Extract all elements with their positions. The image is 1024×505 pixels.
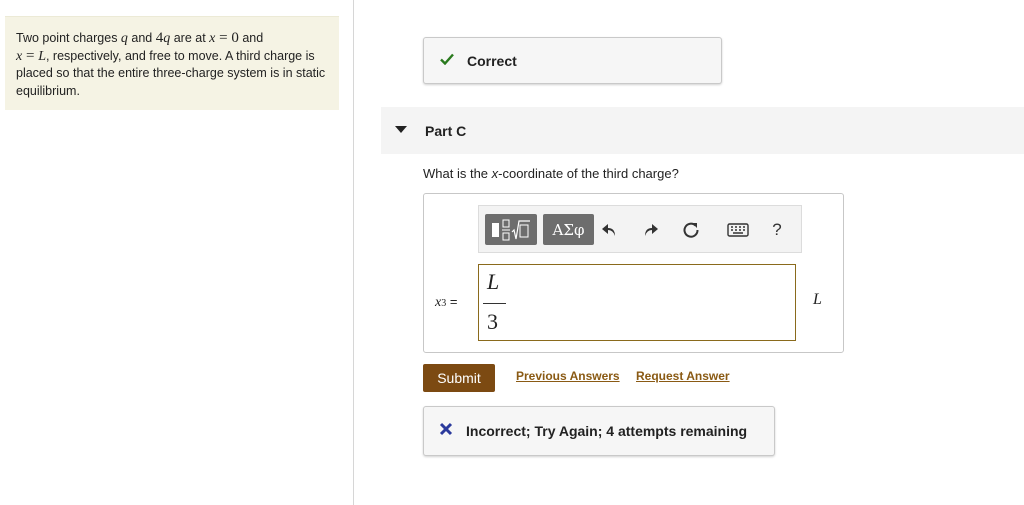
length-symbol: L bbox=[38, 48, 46, 64]
answer-input[interactable]: L 3 bbox=[478, 264, 796, 341]
question-text: What is the x-coordinate of the third ch… bbox=[423, 166, 679, 181]
greek-symbols-button[interactable]: ΑΣφ bbox=[543, 214, 594, 245]
question-part: What is the bbox=[423, 166, 492, 181]
part-header[interactable]: Part C bbox=[381, 107, 1024, 154]
problem-text: and bbox=[127, 31, 156, 45]
fraction-sqrt-icon bbox=[492, 219, 530, 240]
greek-label: ΑΣφ bbox=[552, 220, 585, 239]
part-title: Part C bbox=[425, 123, 467, 139]
incorrect-text: Incorrect; Try Again; 4 attempts remaini… bbox=[466, 423, 748, 439]
reset-icon[interactable] bbox=[679, 218, 703, 242]
fraction-denominator: 3 bbox=[487, 309, 498, 334]
equals-symbol: = bbox=[446, 294, 458, 309]
collapse-caret-icon[interactable] bbox=[395, 126, 407, 133]
incorrect-feedback: Incorrect; Try Again; 4 attempts remaini… bbox=[423, 406, 775, 456]
answer-variable-label: x3 = bbox=[435, 294, 457, 311]
submit-button[interactable]: Submit bbox=[423, 364, 495, 392]
x-icon bbox=[439, 422, 453, 440]
help-button[interactable]: ? bbox=[765, 218, 789, 242]
column-divider bbox=[353, 0, 354, 505]
problem-text: Two point charges bbox=[16, 31, 121, 45]
correct-text: Correct bbox=[467, 52, 517, 69]
equals-symbol: = bbox=[22, 47, 39, 64]
math-toolbar: ΑΣφ ? bbox=[478, 205, 802, 253]
charge-q-symbol: q bbox=[120, 31, 128, 46]
problem-text: are at bbox=[170, 31, 210, 45]
equals-symbol: = bbox=[215, 30, 232, 46]
keyboard-icon[interactable] bbox=[726, 218, 750, 242]
zero-value: 0 bbox=[231, 30, 239, 46]
problem-text: and bbox=[238, 31, 264, 45]
previous-answers-link[interactable]: Previous Answers bbox=[516, 369, 620, 383]
fraction-bar bbox=[483, 303, 506, 304]
submit-label: Submit bbox=[437, 370, 481, 386]
check-icon bbox=[440, 52, 454, 69]
problem-statement: Two point charges q and 4q are at x = 0 … bbox=[5, 16, 339, 110]
question-part: -coordinate of the third charge? bbox=[498, 166, 679, 181]
undo-icon[interactable] bbox=[598, 218, 622, 242]
answer-box: ΑΣφ ? x3 = L 3 L bbox=[423, 193, 844, 353]
request-answer-link[interactable]: Request Answer bbox=[636, 369, 730, 383]
problem-text: , respectively, and free to move. A thir… bbox=[16, 48, 326, 98]
help-label: ? bbox=[772, 220, 782, 239]
templates-button[interactable] bbox=[485, 214, 537, 245]
redo-icon[interactable] bbox=[638, 218, 662, 242]
unit-label: L bbox=[813, 291, 822, 308]
fraction-numerator: L bbox=[487, 269, 500, 294]
correct-feedback: Correct bbox=[423, 37, 722, 84]
